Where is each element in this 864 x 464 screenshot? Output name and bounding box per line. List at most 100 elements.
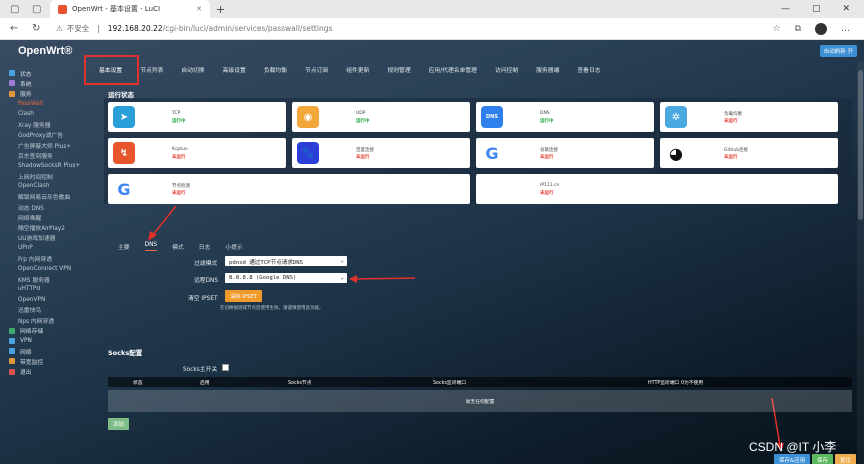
sidebar-item-18[interactable]: Frp 内网穿透: [0, 253, 95, 263]
sidebar-item-14[interactable]: 网络唤醒: [0, 212, 95, 222]
sidebar-item-2[interactable]: 服务: [0, 89, 95, 99]
url-field[interactable]: ⚠ 不安全 | 192.168.20.22 /cgi-bin/luci/admi…: [56, 23, 332, 34]
subtab-4[interactable]: 小提示: [225, 242, 242, 251]
favorites-icon[interactable]: ☆: [772, 24, 780, 34]
status-card[interactable]: G 节点检测 未运行: [108, 174, 470, 204]
sidebar-item-19[interactable]: OpenConnect VPN: [0, 264, 95, 274]
sidebar-item-label: VPN: [20, 337, 32, 344]
tab-8[interactable]: 应用/代理名单管理: [429, 65, 477, 74]
socks-switch-checkbox[interactable]: [222, 364, 229, 371]
status-card[interactable]: ➤ TCP 运行中: [108, 102, 286, 132]
sidebar-item-23[interactable]: 迅雷快鸟: [0, 305, 95, 315]
status-card[interactable]: 🐾 百度连接 未运行: [292, 138, 470, 168]
sidebar-item-20[interactable]: KMS 服务器: [0, 274, 95, 284]
subtab-3[interactable]: 日志: [199, 242, 211, 251]
remote-dns-select[interactable]: 8.8.8.8 (Google DNS) ⌄: [225, 273, 347, 283]
sidebar-item-15[interactable]: 隔空播放AirPlay2: [0, 222, 95, 232]
tab-7[interactable]: 规则管理: [387, 65, 410, 74]
sidebar-item-17[interactable]: UPnP: [0, 243, 95, 253]
reload-icon[interactable]: ↻: [32, 23, 44, 34]
tab-11[interactable]: 查看日志: [577, 65, 600, 74]
sidebar-item-13[interactable]: 动态 DNS: [0, 202, 95, 212]
clear-ipset-button[interactable]: 清除 IPSET: [225, 290, 262, 302]
clear-ipset-hint: 在切换规则或节点后使用生效，请谨慎使用此功能。: [220, 306, 324, 311]
sidebar-item-4[interactable]: Clash: [0, 109, 95, 119]
sidebar-item-label: 动态 DNS: [18, 205, 44, 212]
brand-logo[interactable]: OpenWrt®: [18, 45, 72, 57]
sidebar-item-8[interactable]: 京东签到服务: [0, 150, 95, 160]
telegram-icon: ➤: [113, 106, 135, 128]
table-header-cell: Socks节点: [288, 380, 312, 386]
status-card-state: 未运行: [724, 155, 738, 160]
back-icon[interactable]: ←: [10, 23, 22, 34]
chevron-down-icon: ⌄: [340, 274, 344, 281]
filter-mode-select[interactable]: pdnsd 通过TCP节点请求DNS ⌄: [225, 256, 347, 266]
sidebar-item-label: PassWall: [18, 101, 43, 108]
snowflake-icon: ✲: [665, 106, 687, 128]
sidebar-item-29[interactable]: 退出: [0, 367, 95, 377]
status-card-name: DNS: [540, 111, 550, 116]
sidebar-item-12[interactable]: 解锁网易云灰色歌曲: [0, 192, 95, 202]
save-apply-button[interactable]: 保存&应用: [774, 454, 811, 464]
sidebar-item-11[interactable]: OpenClash: [0, 181, 95, 191]
status-card[interactable]: ◕ Github连接 未运行: [660, 138, 838, 168]
sidebar-item-7[interactable]: 广告屏蔽大师 Plus+: [0, 140, 95, 150]
collections-icon[interactable]: ⧉: [795, 24, 801, 34]
sidebar-item-6[interactable]: GodProxy滤广告: [0, 130, 95, 140]
add-button[interactable]: 添加: [108, 418, 130, 430]
sidebar-item-5[interactable]: Xray 服务器: [0, 119, 95, 129]
sidebar-item-27[interactable]: 网络: [0, 346, 95, 356]
tab-10[interactable]: 服务器端: [536, 65, 559, 74]
tab-1[interactable]: 节点列表: [140, 65, 163, 74]
subtab-1[interactable]: DNS: [144, 242, 158, 251]
close-tab-icon[interactable]: ✕: [196, 5, 202, 13]
favicon-icon: [58, 4, 67, 14]
tab-2[interactable]: 自动切换: [181, 65, 204, 74]
sidebar-item-1[interactable]: 系统: [0, 78, 95, 88]
sidebar-item-25[interactable]: 网络存储: [0, 325, 95, 335]
tab-sidebar-icon[interactable]: ▢: [32, 4, 44, 15]
browser-tab[interactable]: OpenWrt - 基本设置 - LuCI ✕: [50, 0, 210, 18]
sidebar-item-28[interactable]: 带宽监控: [0, 356, 95, 366]
sidebar-item-9[interactable]: ShadowSocksR Plus+: [0, 161, 95, 171]
sidebar-item-26[interactable]: VPN: [0, 336, 95, 346]
auto-refresh-badge[interactable]: 自动刷新 开: [819, 45, 857, 57]
tab-9[interactable]: 访问控制: [495, 65, 518, 74]
sidebar-item-22[interactable]: OpenVPN: [0, 295, 95, 305]
maximize-icon[interactable]: ▢: [812, 4, 821, 14]
more-icon[interactable]: …: [841, 24, 850, 34]
status-card[interactable]: ↯ Kcptun 未运行: [108, 138, 286, 168]
socks-table-empty: 尚无任何配置: [108, 390, 852, 412]
sidebar-item-16[interactable]: UU游戏加速器: [0, 233, 95, 243]
sidebar-item-label: KMS 服务器: [18, 277, 50, 284]
sidebar-item-21[interactable]: uHTTPd: [0, 284, 95, 294]
close-window-icon[interactable]: ✕: [842, 4, 850, 14]
subtab-2[interactable]: 模式: [172, 242, 184, 251]
tab-4[interactable]: 负载均衡: [264, 65, 287, 74]
tab-actions-icon[interactable]: ▢: [10, 4, 22, 15]
sidebar-item-3[interactable]: PassWall: [0, 99, 95, 109]
tab-3[interactable]: 高级设置: [223, 65, 246, 74]
sidebar-item-label: 迅雷快鸟: [18, 308, 42, 315]
subtab-0[interactable]: 主要: [118, 242, 130, 251]
sidebar-item-24[interactable]: Nps 内网穿透: [0, 315, 95, 325]
tab-6[interactable]: 组件更新: [346, 65, 369, 74]
menu-icon: [9, 90, 15, 97]
sidebar-item-label: ShadowSocksR Plus+: [18, 162, 81, 169]
status-card[interactable]: G 谷歌连接 未运行: [476, 138, 654, 168]
avatar[interactable]: [815, 22, 827, 35]
sidebar-item-10[interactable]: 上网时间控制: [0, 171, 95, 181]
minimize-icon[interactable]: —: [781, 4, 790, 14]
sidebar-item-label: 退出: [20, 370, 32, 377]
tab-5[interactable]: 节点订阅: [305, 65, 328, 74]
status-card[interactable]: ✲ 负载均衡 未运行: [660, 102, 838, 132]
sidebar-item-label: UU游戏加速器: [18, 236, 56, 243]
new-tab-icon[interactable]: +: [216, 3, 225, 16]
sidebar-item-0[interactable]: 状态: [0, 68, 95, 78]
save-button[interactable]: 保存: [812, 454, 834, 464]
status-card[interactable]: DNS DNS 运行中: [476, 102, 654, 132]
reset-button[interactable]: 复位: [835, 454, 857, 464]
status-card[interactable]: ◉ UDP 运行中: [292, 102, 470, 132]
status-card[interactable]: IP111.cn 未运行: [476, 174, 838, 204]
scroll-thumb[interactable]: [858, 70, 863, 220]
